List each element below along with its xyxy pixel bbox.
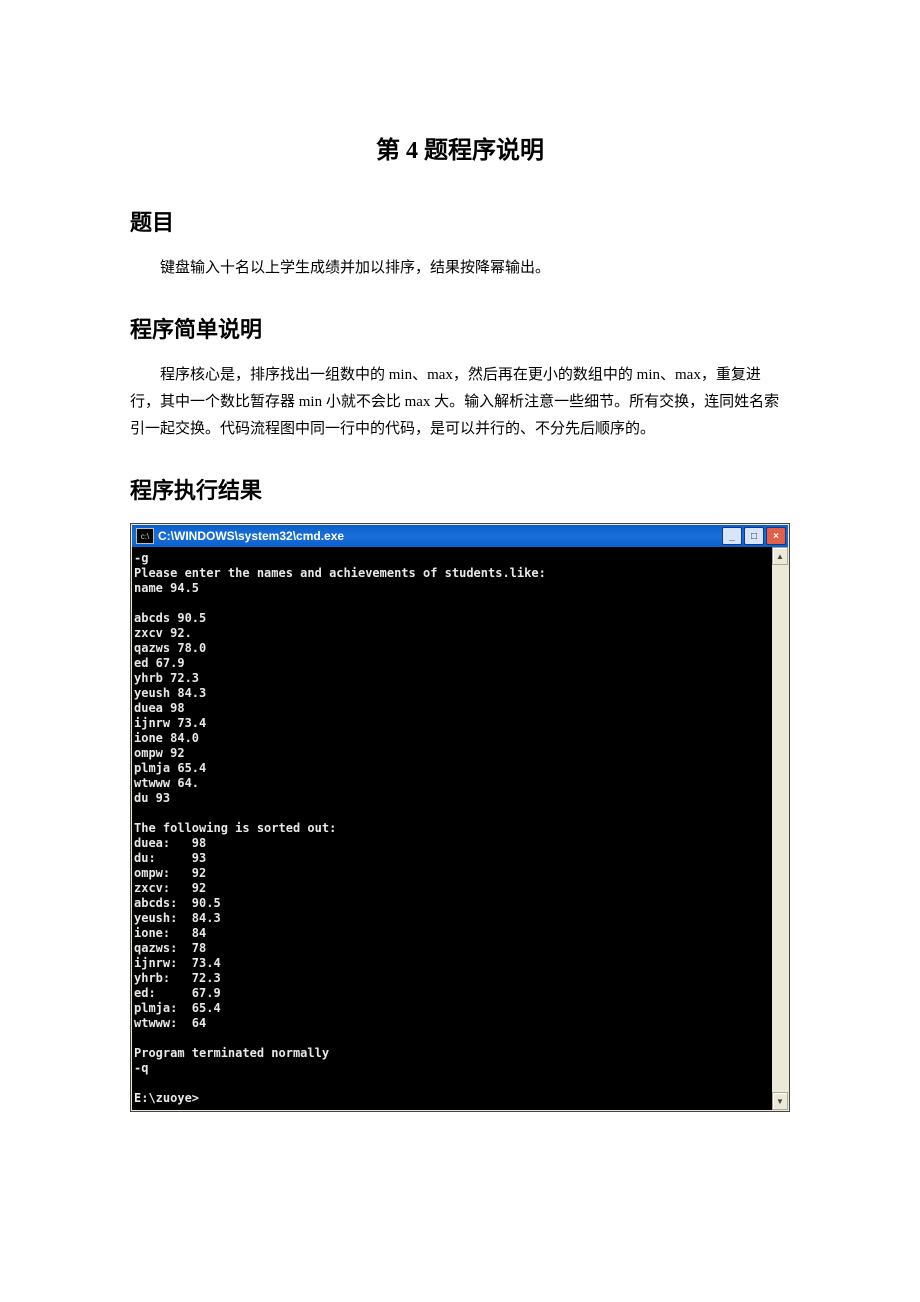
heading-result: 程序执行结果 — [130, 473, 790, 505]
scroll-down-icon[interactable]: ▼ — [772, 1092, 788, 1110]
description-body: 程序核心是，排序找出一组数中的 min、max，然后再在更小的数组中的 min、… — [130, 362, 790, 443]
titlebar: c:\ C:\WINDOWS\system32\cmd.exe _ □ × — [132, 525, 788, 547]
terminal-window: c:\ C:\WINDOWS\system32\cmd.exe _ □ × -g… — [130, 523, 790, 1112]
maximize-button[interactable]: □ — [744, 527, 764, 545]
scroll-up-icon[interactable]: ▲ — [772, 547, 788, 565]
scroll-track[interactable] — [772, 565, 788, 1092]
heading-problem: 题目 — [130, 205, 790, 237]
close-button[interactable]: × — [766, 527, 786, 545]
document-page: 第 4 题程序说明 题目 键盘输入十名以上学生成绩并加以排序，结果按降幂输出。 … — [0, 0, 920, 1172]
minimize-button[interactable]: _ — [722, 527, 742, 545]
cmd-icon: c:\ — [136, 528, 154, 544]
window-title: C:\WINDOWS\system32\cmd.exe — [158, 529, 721, 543]
terminal-output: -g Please enter the names and achievemen… — [132, 547, 772, 1110]
page-title: 第 4 题程序说明 — [130, 130, 790, 165]
heading-description: 程序简单说明 — [130, 312, 790, 344]
scrollbar[interactable]: ▲ ▼ — [772, 547, 788, 1110]
problem-body: 键盘输入十名以上学生成绩并加以排序，结果按降幂输出。 — [130, 255, 790, 282]
